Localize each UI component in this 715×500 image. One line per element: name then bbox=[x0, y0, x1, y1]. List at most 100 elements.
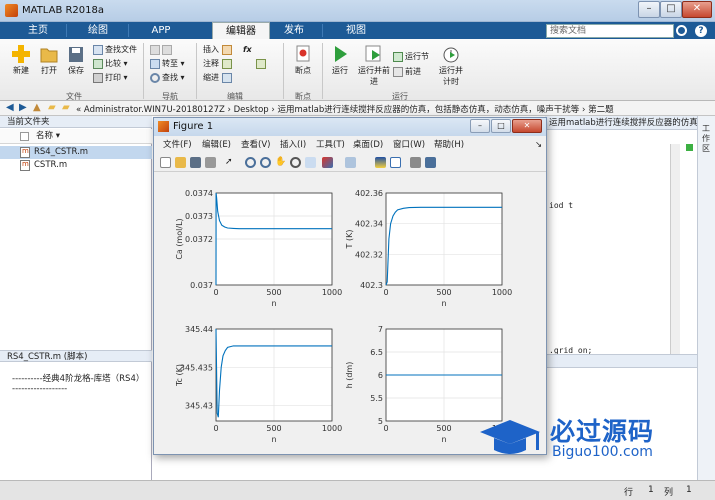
datatip-icon[interactable] bbox=[305, 157, 316, 168]
tab-editor[interactable]: 编辑器 bbox=[212, 22, 270, 39]
indent-button[interactable]: 缩进 bbox=[203, 72, 234, 84]
zoom-in-icon[interactable] bbox=[245, 157, 256, 168]
file-row-cstr[interactable]: CSTR.m bbox=[0, 158, 152, 172]
brush-icon[interactable] bbox=[322, 157, 333, 168]
y-tick-label: 402.34 bbox=[355, 220, 383, 229]
run-and-advance-button[interactable]: 运行并前进 bbox=[357, 43, 391, 87]
print-icon[interactable] bbox=[205, 157, 216, 168]
y-tick-label: 345.43 bbox=[185, 402, 213, 411]
save-button[interactable]: 保存 bbox=[63, 43, 89, 76]
up-folder-icon[interactable]: ▲ bbox=[33, 102, 41, 113]
y-tick-label: 0.0372 bbox=[185, 235, 213, 244]
editor-tab[interactable]: 运用matlab进行连续搅拌反应器的仿真，包括静态仿真，动态仿... bbox=[545, 116, 715, 130]
x-tick-label: 0 bbox=[213, 288, 218, 297]
help-icon[interactable]: ? bbox=[695, 25, 707, 37]
editor-scrollbar[interactable] bbox=[670, 144, 680, 354]
menu-desktop[interactable]: 桌面(D) bbox=[353, 138, 383, 152]
fx-button[interactable]: fx bbox=[243, 44, 252, 56]
new-figure-icon[interactable] bbox=[160, 157, 171, 168]
zoom-out-icon[interactable] bbox=[260, 157, 271, 168]
x-tick-label: 1000 bbox=[322, 288, 342, 297]
y-tick-label: 5 bbox=[378, 417, 383, 426]
breakpoint-icon bbox=[296, 45, 310, 62]
hide-plot-tools-icon[interactable] bbox=[410, 157, 421, 168]
forward-arrow-icon[interactable]: ▶ bbox=[19, 102, 27, 113]
ribbon-toolstrip: 新建 打开 保存 查找文件 比较 ▾ 打印 ▾ 文件 转至 ▾ 查找 ▾ 导航 … bbox=[0, 39, 715, 101]
menu-edit[interactable]: 编辑(E) bbox=[202, 138, 231, 152]
run-button[interactable]: 运行 bbox=[326, 43, 354, 76]
back-arrow-icon[interactable]: ◀ bbox=[6, 102, 14, 113]
m-file-icon bbox=[20, 158, 30, 171]
y-tick-label: 345.44 bbox=[185, 325, 213, 334]
y-axis-label: Tc (K) bbox=[175, 364, 184, 387]
folder-icon[interactable]: ▰ bbox=[48, 102, 56, 113]
find-files-button[interactable]: 查找文件 bbox=[93, 44, 137, 56]
tab-view[interactable]: 视图 bbox=[334, 22, 378, 39]
y-axis-label: Ca (mol/L) bbox=[175, 218, 184, 259]
x-axis-label: n bbox=[441, 299, 446, 308]
current-folder-panel: 当前文件夹 名称 ▾ RS4_CSTR.m CSTR.m RS4_CSTR.m … bbox=[0, 116, 152, 493]
m-file-icon bbox=[20, 145, 30, 158]
open-button[interactable]: 打开 bbox=[36, 43, 62, 76]
show-plot-tools-icon[interactable] bbox=[425, 157, 436, 168]
x-tick-label: 0 bbox=[383, 288, 388, 297]
watermark-brand: 必过源码 bbox=[550, 417, 655, 446]
run-section-button[interactable]: 运行节 bbox=[393, 51, 429, 63]
rotate-icon[interactable] bbox=[290, 157, 301, 168]
minimize-button[interactable]: – bbox=[638, 1, 660, 18]
find-button[interactable]: 查找 ▾ bbox=[150, 72, 185, 84]
tab-publish[interactable]: 发布 bbox=[272, 22, 316, 39]
menu-help[interactable]: 帮助(H) bbox=[434, 138, 464, 152]
close-button[interactable]: ✕ bbox=[682, 1, 712, 18]
command-window-header bbox=[545, 354, 715, 368]
pointer-icon[interactable]: ➚ bbox=[225, 157, 236, 168]
insert-button[interactable]: 插入 bbox=[203, 44, 234, 56]
menu-tools[interactable]: 工具(T) bbox=[316, 138, 345, 152]
figure-minimize-button[interactable]: – bbox=[470, 119, 490, 133]
x-tick-label: 500 bbox=[436, 424, 451, 433]
menu-dock-arrow-icon[interactable]: ↘ bbox=[535, 138, 542, 152]
menu-view[interactable]: 查看(V) bbox=[241, 138, 270, 152]
details-panel-title: RS4_CSTR.m (脚本) bbox=[0, 350, 152, 362]
menu-file[interactable]: 文件(F) bbox=[163, 138, 192, 152]
tab-plots[interactable]: 绘图 bbox=[78, 22, 118, 39]
figure-title-bar[interactable]: Figure 1 – □ ✕ bbox=[154, 118, 546, 136]
window-title: MATLAB R2018a bbox=[22, 5, 105, 16]
maximize-button[interactable]: □ bbox=[660, 1, 682, 18]
link-icon[interactable] bbox=[345, 157, 356, 168]
title-bar: MATLAB R2018a – □ ✕ bbox=[0, 0, 715, 22]
goto-button[interactable]: 转至 ▾ bbox=[150, 58, 185, 70]
figure-maximize-button[interactable]: □ bbox=[491, 119, 511, 133]
y-axis-label: h (dm) bbox=[345, 362, 354, 389]
menu-window[interactable]: 窗口(W) bbox=[393, 138, 425, 152]
search-input[interactable]: 搜索文档 bbox=[546, 24, 674, 38]
comment-button[interactable]: 注释 bbox=[203, 58, 234, 70]
search-icon[interactable] bbox=[676, 25, 687, 36]
compare-button[interactable]: 比较 ▾ bbox=[93, 58, 128, 70]
y-tick-label: 6.5 bbox=[370, 348, 383, 357]
name-column-header[interactable]: 名称 ▾ bbox=[0, 129, 152, 144]
browse-folder-icon[interactable]: ▰ bbox=[62, 102, 70, 113]
tab-home[interactable]: 主页 bbox=[18, 22, 58, 39]
legend-icon[interactable] bbox=[390, 157, 401, 168]
colorbar-icon[interactable] bbox=[375, 157, 386, 168]
save-icon[interactable] bbox=[190, 157, 201, 168]
print-button[interactable]: 打印 ▾ bbox=[93, 72, 128, 84]
tab-apps[interactable]: APP bbox=[138, 22, 184, 39]
workspace-label[interactable]: 工作区 bbox=[700, 124, 712, 154]
advance-button[interactable]: 前进 bbox=[393, 66, 421, 78]
figure-toolbar: ➚ ✋ bbox=[154, 153, 546, 172]
breakpoints-button[interactable]: 断点 bbox=[288, 43, 318, 76]
pan-icon[interactable]: ✋ bbox=[275, 157, 286, 168]
new-button[interactable]: 新建 bbox=[6, 43, 36, 76]
figure-close-button[interactable]: ✕ bbox=[512, 119, 542, 133]
y-tick-label: 5.5 bbox=[370, 394, 383, 403]
figure-window[interactable]: Figure 1 – □ ✕ 文件(F) 编辑(E) 查看(V) 插入(I) 工… bbox=[153, 117, 547, 455]
open-icon[interactable] bbox=[175, 157, 186, 168]
menu-insert[interactable]: 插入(I) bbox=[280, 138, 306, 152]
run-and-time-button[interactable]: 运行并计时 bbox=[436, 43, 466, 87]
address-path[interactable]: « Administrator.WIN7U-20180127Z › Deskto… bbox=[76, 103, 614, 115]
code-analyzer-status-icon bbox=[686, 144, 693, 151]
y-tick-label: 7 bbox=[378, 325, 383, 334]
detail-line-2: ------------------ bbox=[12, 384, 68, 394]
